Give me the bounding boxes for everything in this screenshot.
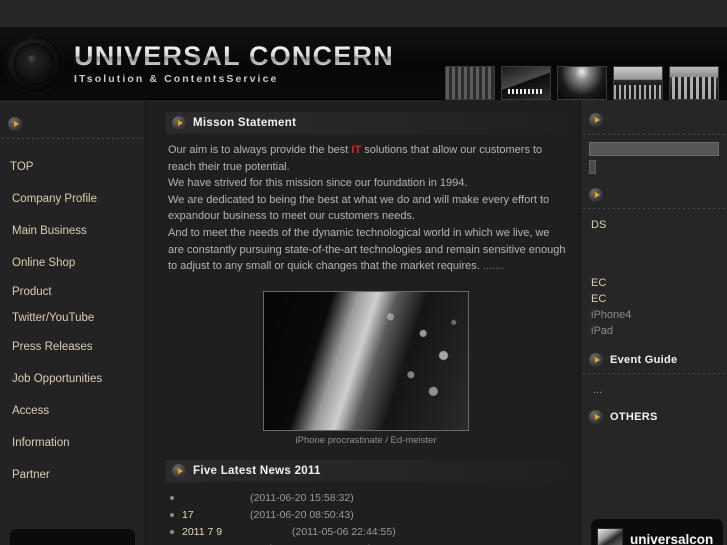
news-title: Five Latest News 2011 [193, 464, 321, 477]
header-thumbnail[interactable] [669, 66, 719, 100]
header-thumbnail[interactable] [613, 66, 663, 100]
category-link-iphone4[interactable]: iPhone4 [591, 307, 727, 323]
twitter-widget[interactable]: universalcon [591, 519, 723, 545]
category-link-ec-2[interactable]: EC [591, 291, 727, 307]
event-guide-section-header: Event Guide [581, 353, 727, 367]
camera-lens-icon [6, 35, 62, 92]
mission-line1-a: Our aim is to always provide the best [168, 144, 352, 156]
sidebar-item-partner[interactable]: Partner [0, 459, 145, 491]
right-sidebar: DS EC EC iPhone4 iPad Event Guide ... OT… [580, 100, 727, 545]
category-link-ec-1[interactable]: EC [591, 275, 727, 291]
news-row-title: 2011 7 9 [182, 526, 223, 539]
mission-body: Our aim is to always provide the best IT… [166, 142, 566, 275]
sidebar-item-access[interactable]: Access [0, 395, 145, 427]
rail-divider [583, 134, 725, 135]
sidebar-nav: TOP Company Profile Main Business Online… [0, 151, 145, 491]
escalator-night-photo [263, 290, 469, 431]
category-link-ds[interactable]: DS [591, 217, 727, 233]
sidebar-divider [2, 138, 143, 139]
sidebar-item-top[interactable]: TOP [0, 151, 145, 183]
header-thumbnail-strip [445, 66, 719, 100]
news-row-title: 17 [182, 509, 194, 522]
twitter-avatar-icon [597, 528, 623, 545]
site-header: UNIVERSAL CONCERN ITsolution & ContentsS… [0, 28, 727, 100]
sidebar-item-job-opportunities[interactable]: Job Opportunities [0, 363, 145, 395]
feature-photo-block: iPhone procrastinate / Ed-meister [263, 290, 469, 446]
others-section-header: OTHERS [581, 410, 727, 424]
mission-trailing-ellipsis: ....... [479, 260, 505, 273]
news-row[interactable]: (2011-06-20 15:58:32) [170, 490, 566, 507]
brand-tagline: ITsolution & ContentsService [74, 72, 279, 85]
play-badge-icon [172, 116, 186, 130]
header-thumbnail[interactable] [445, 66, 495, 100]
play-badge-icon [589, 353, 603, 367]
header-thumbnail[interactable] [501, 66, 551, 100]
news-row[interactable]: 17 (2011-06-20 08:50:43) [170, 507, 566, 524]
sidebar-item-press-releases[interactable]: Press Releases [0, 331, 145, 363]
event-guide-title: Event Guide [610, 354, 678, 366]
play-badge-icon [589, 113, 603, 127]
news-row[interactable]: 2011 7 9 (2011-05-06 22:44:55) [170, 524, 566, 541]
bullet-icon [170, 513, 174, 518]
mission-section-header: Misson Statement [166, 112, 566, 134]
mission-title: Misson Statement [193, 117, 297, 129]
search-section-header [589, 110, 727, 128]
top-strip [0, 0, 727, 28]
news-row-date: (2011-05-06 22:44:55) [292, 526, 396, 539]
bullet-icon [170, 530, 174, 535]
search-input[interactable] [589, 142, 719, 156]
news-row-date: (2011-06-20 08:50:43) [250, 509, 354, 522]
category-links: DS EC EC iPhone4 iPad [581, 209, 727, 339]
category-link-ipad[interactable]: iPad [591, 323, 727, 339]
mission-highlight-it: IT [351, 144, 362, 156]
mission-line3: We are dedicated to being the best at wh… [168, 193, 550, 223]
left-sidebar: TOP Company Profile Main Business Online… [0, 100, 146, 545]
sidebar-bottom-panel [10, 529, 135, 545]
sidebar-item-information[interactable]: Information [0, 427, 145, 459]
sidebar-play-badge-icon [8, 114, 145, 132]
bullet-icon [170, 496, 174, 501]
event-guide-placeholder: ... [593, 384, 603, 396]
brand-block: UNIVERSAL CONCERN ITsolution & ContentsS… [74, 41, 394, 85]
twitter-handle: universalcon [630, 531, 714, 545]
play-badge-icon [589, 410, 603, 424]
search-button[interactable] [589, 160, 596, 174]
categories-section: DS EC EC iPhone4 iPad [581, 188, 727, 339]
play-badge-icon [589, 188, 603, 202]
event-guide-section: Event Guide ... [581, 353, 727, 396]
news-row[interactable]: (2011-05-01 09:04:20) [170, 541, 566, 545]
brand-title: UNIVERSAL CONCERN [74, 41, 394, 72]
others-section: OTHERS [581, 410, 727, 424]
main-content: Misson Statement Our aim is to always pr… [146, 100, 580, 545]
sidebar-item-online-shop[interactable]: Online Shop [0, 247, 145, 279]
others-title: OTHERS [610, 411, 658, 423]
mission-line2: We have strived for this mission since o… [168, 177, 468, 190]
photo-caption: iPhone procrastinate / Ed-meister [295, 434, 437, 446]
page-body: TOP Company Profile Main Business Online… [0, 100, 727, 545]
news-list: (2011-06-20 15:58:32) 17 (2011-06-20 08:… [166, 490, 566, 545]
sidebar-item-company-profile[interactable]: Company Profile [0, 183, 145, 215]
header-thumbnail[interactable] [557, 66, 607, 100]
sidebar-item-twitter-youtube[interactable]: Twitter/YouTube [0, 305, 145, 331]
sidebar-item-product[interactable]: Product [0, 279, 145, 305]
news-section-header: Five Latest News 2011 [166, 459, 566, 482]
news-row-date: (2011-06-20 15:58:32) [250, 492, 354, 505]
categories-section-header [581, 188, 727, 202]
play-badge-icon [172, 463, 186, 478]
play-badge-icon [8, 117, 22, 131]
mission-line4: And to meet the needs of the dynamic tec… [168, 226, 566, 273]
sidebar-item-main-business[interactable]: Main Business [0, 215, 145, 247]
